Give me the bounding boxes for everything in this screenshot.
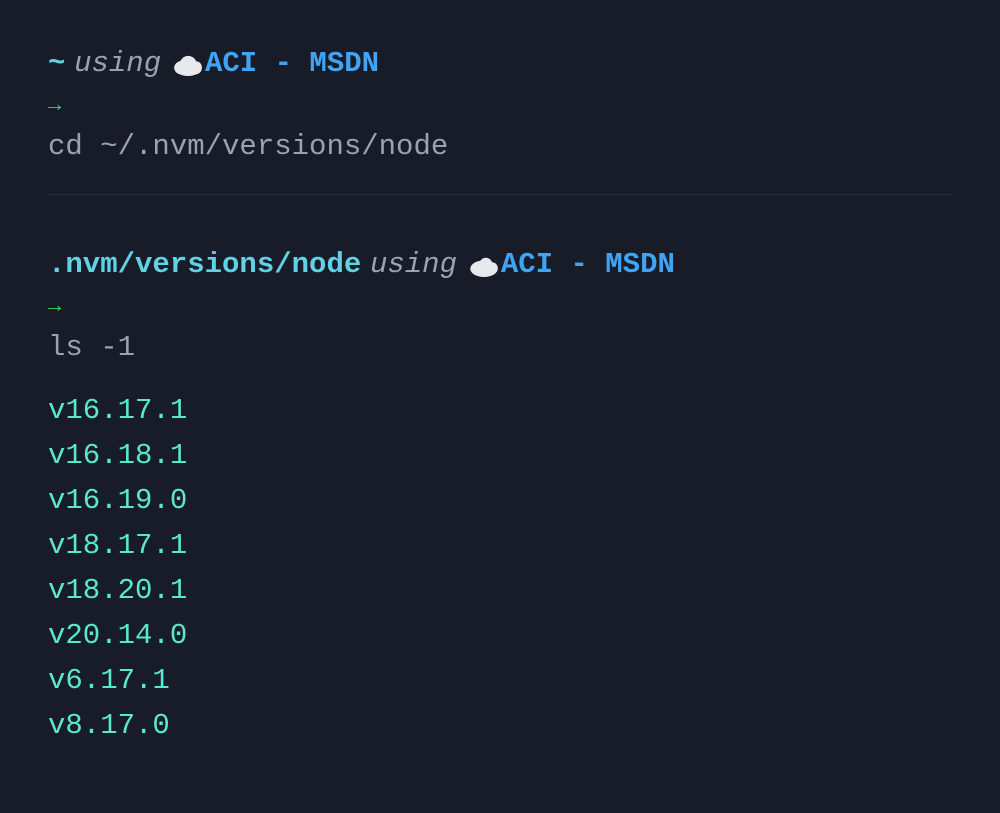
command-output: v16.17.1v16.18.1v16.19.0v18.17.1v18.20.1… (48, 389, 952, 749)
output-line: v18.17.1 (48, 524, 952, 569)
output-line: v18.20.1 (48, 569, 952, 614)
prompt-line: .nvm/versions/node using ACI - MSDN (48, 243, 952, 288)
cloud-icon (469, 245, 499, 290)
output-line: v6.17.1 (48, 659, 952, 704)
prompt-line: ~ using ACI - MSDN (48, 42, 952, 87)
prompt-arrow-icon: → (48, 89, 952, 123)
output-line: v16.17.1 (48, 389, 952, 434)
cloud-icon (173, 44, 203, 89)
output-line: v16.19.0 (48, 479, 952, 524)
command-block-2: .nvm/versions/node using ACI - MSDN → ls… (48, 195, 952, 748)
using-word: using (370, 243, 457, 288)
terminal-window[interactable]: ~ using ACI - MSDN → cd ~/.nvm/versions/… (0, 0, 1000, 768)
using-word: using (74, 42, 161, 87)
prompt-path: .nvm/versions/node (48, 243, 361, 288)
command-block-1: ~ using ACI - MSDN → cd ~/.nvm/versions/… (48, 42, 952, 170)
output-line: v8.17.0 (48, 704, 952, 749)
context-label: ACI - MSDN (501, 243, 675, 288)
command-text: ls -1 (48, 326, 952, 371)
context-label: ACI - MSDN (205, 42, 379, 87)
command-text: cd ~/.nvm/versions/node (48, 125, 952, 170)
prompt-path: ~ (48, 42, 65, 87)
output-line: v20.14.0 (48, 614, 952, 659)
prompt-arrow-icon: → (48, 290, 952, 324)
output-line: v16.18.1 (48, 434, 952, 479)
